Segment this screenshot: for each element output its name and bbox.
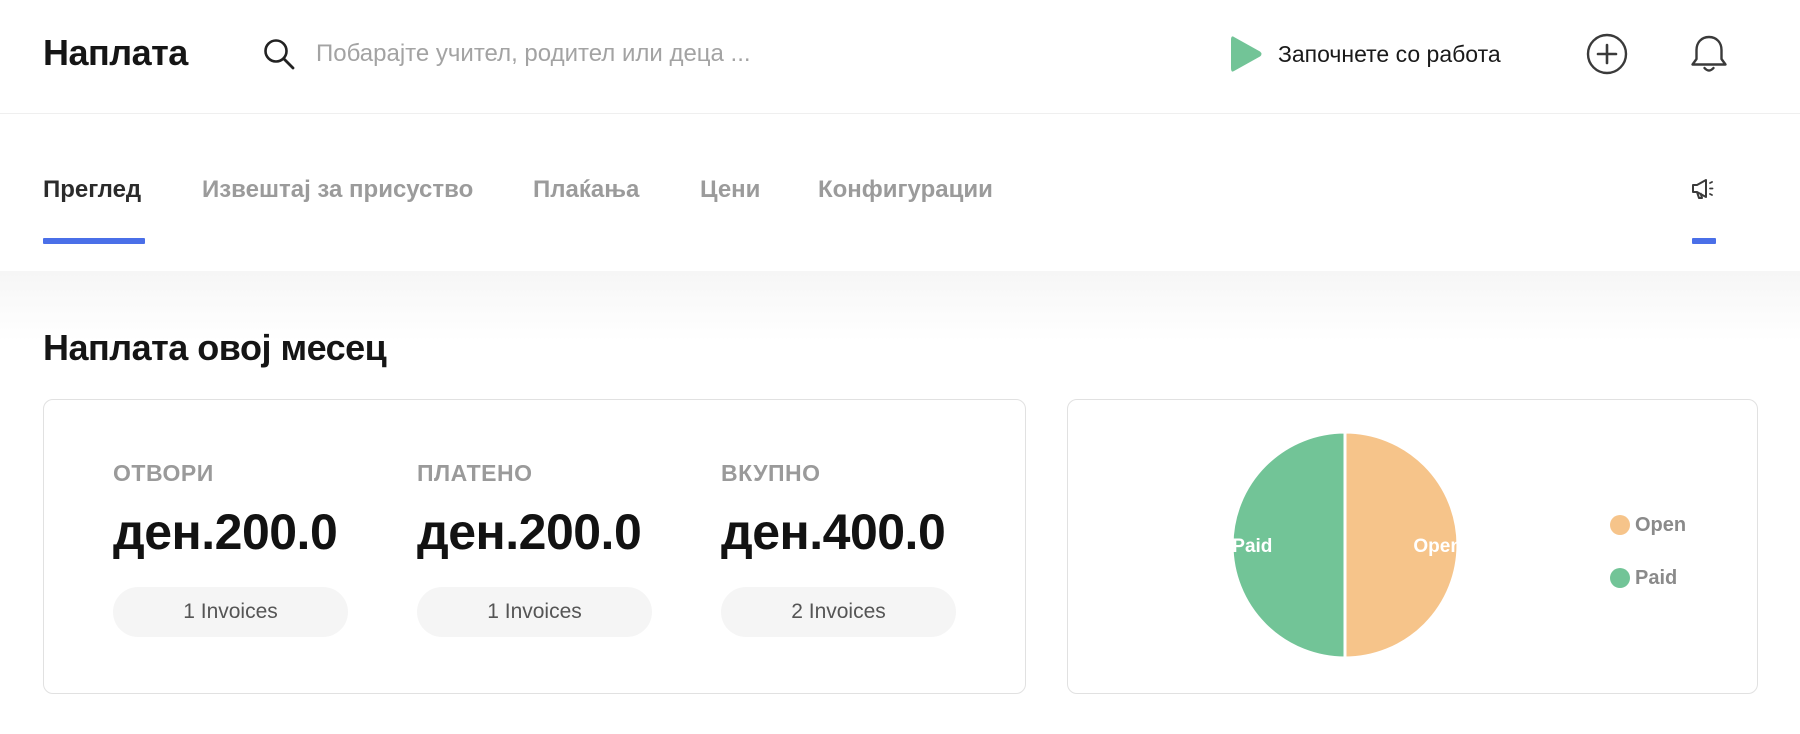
stat-value: ден.200.0 [417,504,642,560]
tab-prices[interactable]: Цени [700,176,760,204]
invoices-badge[interactable]: 2 Invoices [721,587,956,637]
stat-total: ВКУПНО ден.400.0 2 Invoices [721,460,956,637]
get-started-button[interactable]: Започнете со работа [1228,30,1501,78]
tab-attendance-report[interactable]: Извештај за присуство [202,176,473,204]
top-header: Наплата Започнете со работа [0,0,1800,114]
stat-open: ОТВОРИ ден.200.0 1 Invoices [113,460,348,637]
tab-overview[interactable]: Преглед [43,176,141,204]
stat-value: ден.200.0 [113,504,338,560]
bell-icon[interactable] [1686,31,1732,77]
plus-circle-icon[interactable] [1584,31,1630,77]
announce-indicator [1692,238,1716,244]
pie-chart: Open Paid [1230,430,1460,660]
tab-bar: Преглед Извештај за присуство Плаќања Це… [0,114,1800,271]
stat-label: ПЛАТЕНО [417,460,533,486]
legend-label: Open [1635,513,1687,536]
tab-configurations[interactable]: Конфигурации [818,176,993,204]
get-started-label: Започнете со работа [1278,40,1501,67]
chart-legend: Open Paid [1610,508,1686,614]
section-title: Наплата овој месец [43,327,387,368]
page-title: Наплата [43,32,188,73]
main-content: Наплата овој месец ОТВОРИ ден.200.0 1 In… [0,271,1800,734]
megaphone-icon[interactable] [1690,174,1720,204]
billing-chart-card: Open Paid Open Paid [1067,399,1758,694]
billing-summary-card: ОТВОРИ ден.200.0 1 Invoices ПЛАТЕНО ден.… [43,399,1026,694]
legend-dot [1610,568,1630,588]
stat-label: ВКУПНО [721,460,821,486]
tab-payments[interactable]: Плаќања [533,176,639,204]
invoices-badge[interactable]: 1 Invoices [113,587,348,637]
stat-value: ден.400.0 [721,504,946,560]
pie-label-open: Open [1413,536,1460,557]
legend-dot [1610,515,1630,535]
stat-label: ОТВОРИ [113,460,214,486]
search-input[interactable] [316,32,876,76]
play-icon [1231,36,1262,72]
search-icon[interactable] [262,37,296,71]
invoices-badge[interactable]: 1 Invoices [417,587,652,637]
pie-label-paid: Paid [1232,536,1272,557]
legend-item-open[interactable]: Open [1610,508,1686,542]
legend-item-paid[interactable]: Paid [1610,561,1686,595]
stat-paid: ПЛАТЕНО ден.200.0 1 Invoices [417,460,652,637]
active-tab-indicator [43,238,145,244]
legend-label: Paid [1635,566,1678,589]
